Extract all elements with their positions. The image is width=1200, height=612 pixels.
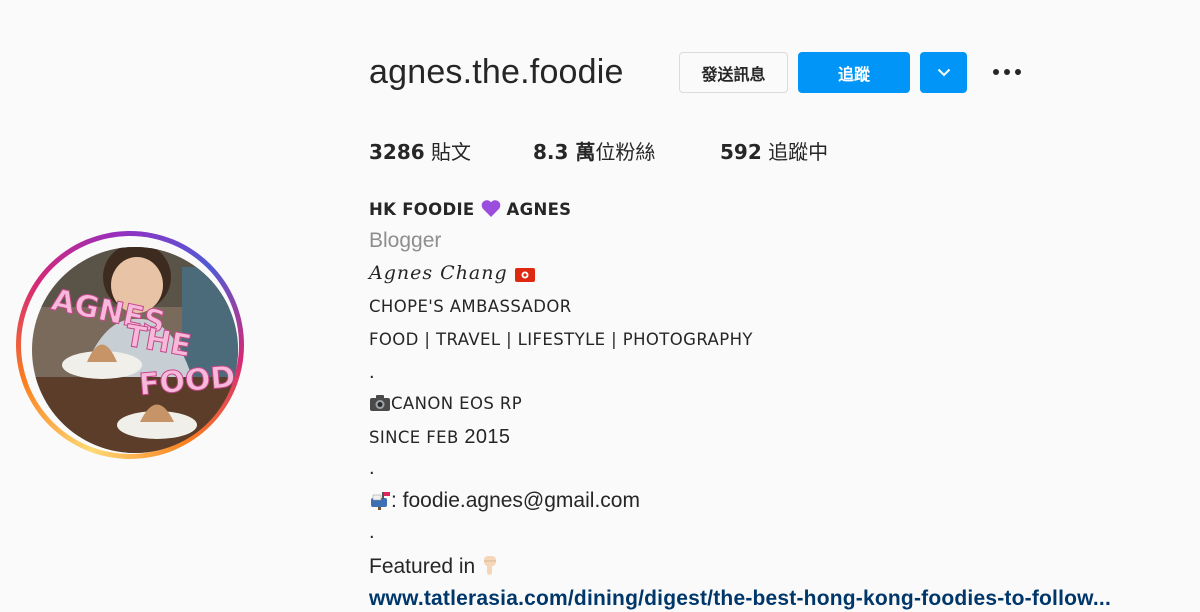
suggested-accounts-button[interactable] (920, 52, 967, 93)
full-name-left: HK FOODIE (369, 200, 481, 219)
followers-stat[interactable]: 8.3 萬位粉絲 (533, 136, 655, 165)
since-prefix: SINCE FEB (369, 428, 465, 447)
featured-text: Featured in (369, 555, 482, 578)
followers-count: 8.3 萬 (533, 140, 596, 164)
script-name: Agnes Chang (369, 262, 508, 284)
avatar-image: AGNES THE FOODIE (32, 247, 238, 453)
profile-full-name: HK FOODIE AGNES (369, 199, 571, 219)
posts-count: 3286 (369, 140, 425, 164)
follow-button[interactable]: 追蹤 (798, 52, 910, 93)
bio-featured-line: Featured in (369, 554, 499, 579)
followers-label: 位粉絲 (595, 140, 656, 164)
more-options-button[interactable] (985, 56, 1029, 88)
posts-stat: 3286 貼文 (369, 136, 471, 165)
camera-model: CANON EOS RP (391, 394, 523, 413)
avatar[interactable]: AGNES THE FOODIE (32, 247, 238, 453)
bio-ambassador: CHOPE'S AMBASSADOR (369, 297, 572, 316)
story-ring[interactable]: AGNES THE FOODIE (16, 231, 244, 459)
posts-label: 貼文 (431, 140, 472, 164)
bio-since-line: SINCE FEB 2015 (369, 426, 510, 449)
chevron-down-icon (937, 68, 950, 77)
following-stat[interactable]: 592 追蹤中 (720, 136, 828, 165)
email-text: : foodie.agnes@gmail.com (391, 489, 640, 512)
bio-categories: FOOD | TRAVEL | LIFESTYLE | PHOTOGRAPHY (369, 330, 753, 349)
external-link[interactable]: www.tatlerasia.com/dining/digest/the-bes… (369, 587, 1111, 611)
profile-page: AGNES THE FOODIE agnes.the.foodie 發送訊息 追… (0, 0, 1200, 612)
purple-heart-icon (481, 200, 500, 217)
script-name-line: Agnes Chang (369, 262, 535, 284)
full-name-right: AGNES (500, 200, 572, 219)
profile-username: agnes.the.foodie (369, 53, 624, 91)
more-options-icon (993, 69, 1021, 75)
hong-kong-flag-icon (514, 268, 535, 282)
profile-category: Blogger (369, 229, 442, 252)
following-label: 追蹤中 (768, 140, 829, 164)
bio-camera-line: CANON EOS RP (369, 394, 522, 413)
bio-dot: . (369, 521, 375, 543)
bio-email-line: : foodie.agnes@gmail.com (369, 489, 640, 513)
since-year: 2015 (464, 426, 511, 448)
message-button[interactable]: 發送訊息 (679, 52, 788, 93)
bio-dot: . (369, 361, 375, 383)
camera-icon (370, 395, 390, 411)
following-count: 592 (720, 140, 762, 164)
bio-dot: . (369, 457, 375, 479)
mailbox-icon (371, 492, 390, 510)
backhand-index-pointing-down-icon (484, 556, 497, 575)
